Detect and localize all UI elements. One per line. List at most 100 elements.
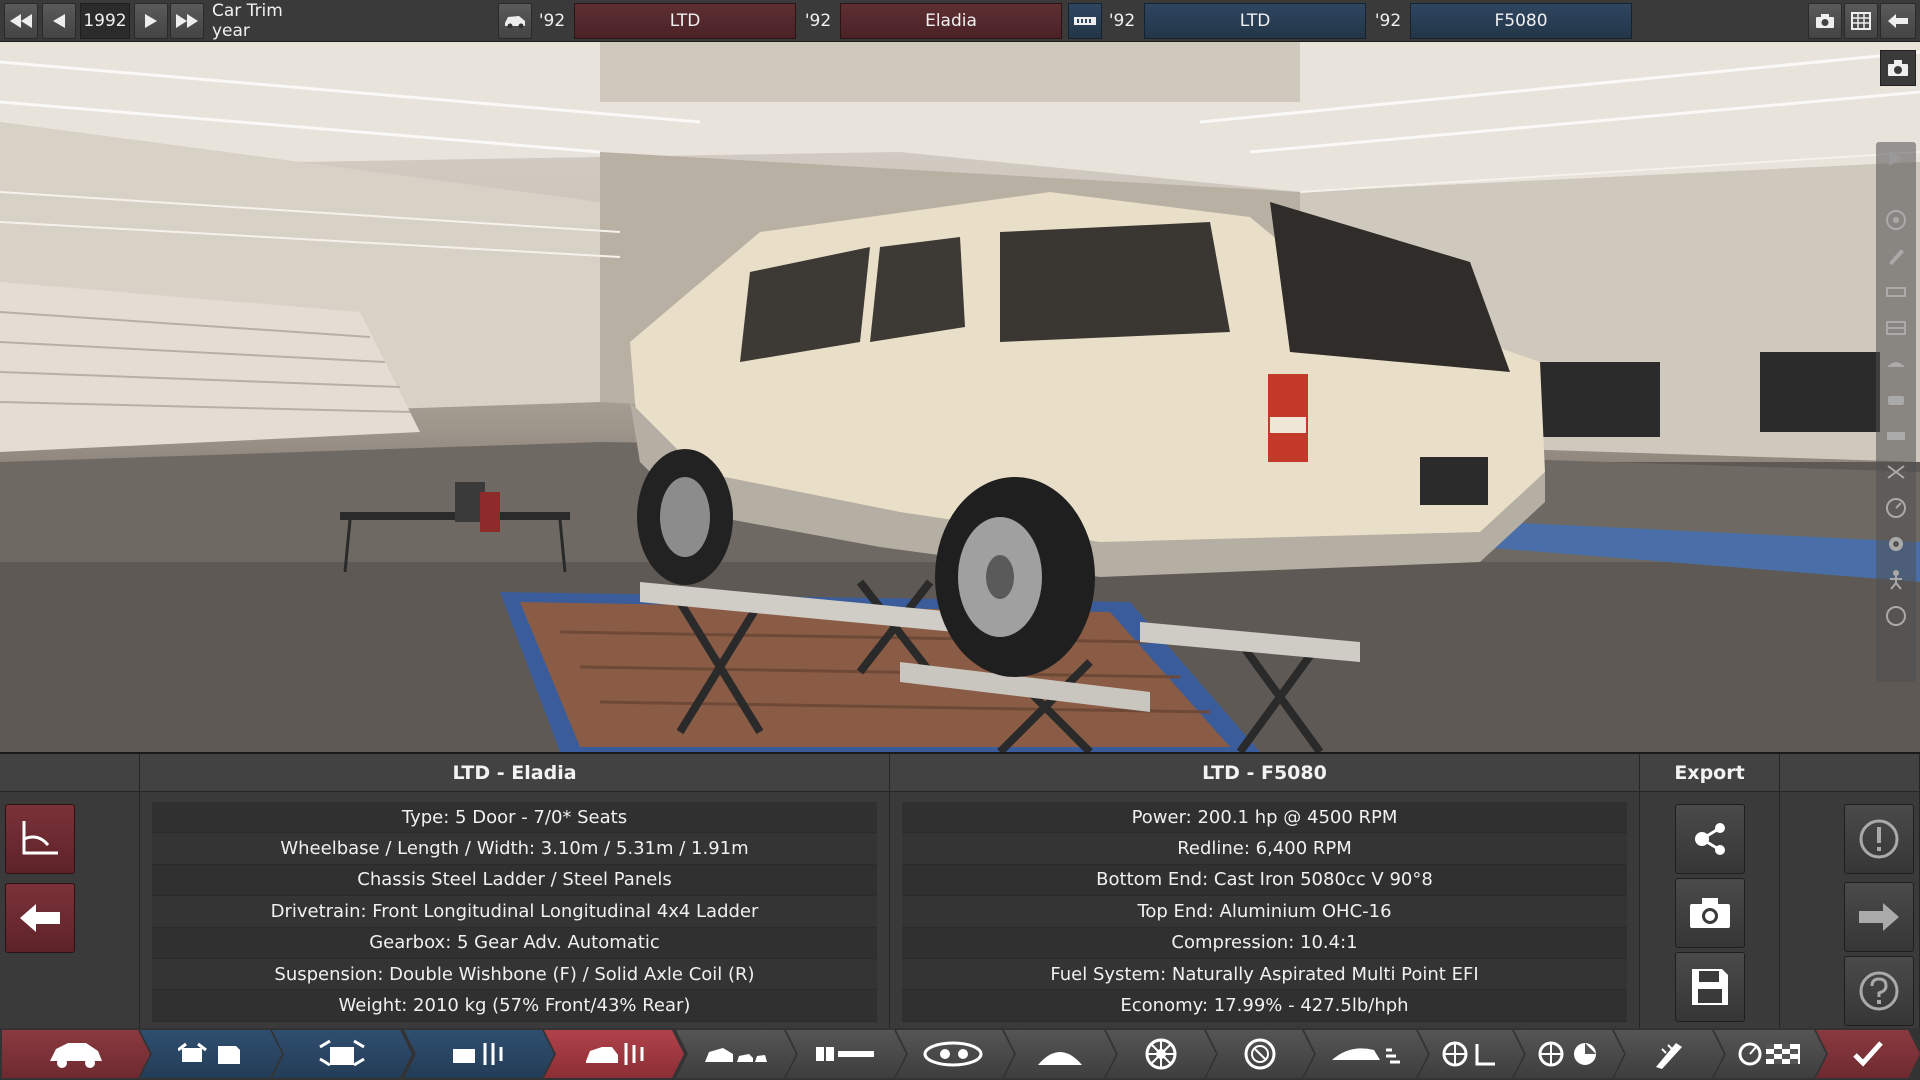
engine-spec-row: Compression: 10.4:1	[902, 927, 1627, 959]
export-screenshot-button[interactable]	[1675, 878, 1745, 948]
floppy-disk-icon	[1692, 969, 1728, 1005]
spreadsheet-icon	[1851, 12, 1871, 30]
car-header: LTD - Eladia	[140, 754, 890, 792]
forward-arrow-icon	[1859, 903, 1899, 931]
safety-icon	[1537, 1040, 1601, 1068]
engine-spec-row: Economy: 17.99% - 427.5lb/hph	[902, 990, 1627, 1022]
chassis-view-icon[interactable]	[1884, 280, 1908, 304]
model-year: '92	[534, 3, 570, 39]
tab-suspension[interactable]	[1004, 1030, 1116, 1078]
tab-engine-family[interactable]	[140, 1030, 282, 1078]
car-spec-row: Weight: 2010 kg (57% Front/43% Rear)	[152, 990, 877, 1022]
year-value[interactable]: 1992	[80, 3, 130, 39]
tab-engine-tune[interactable]	[404, 1030, 554, 1078]
car-spec-row: Gearbox: 5 Gear Adv. Automatic	[152, 927, 877, 959]
engine-specs: Power: 200.1 hp @ 4500 RPM Redline: 6,400…	[890, 792, 1640, 1030]
tab-fixtures[interactable]	[1614, 1030, 1724, 1078]
spreadsheet-button[interactable]	[1844, 3, 1878, 39]
engine-tune-icon	[449, 1039, 509, 1069]
last-icon	[176, 14, 198, 28]
trim-name-field[interactable]: Eladia	[840, 3, 1062, 39]
tab-car-model[interactable]	[2, 1030, 150, 1078]
brakes-icon	[1243, 1037, 1277, 1071]
gauge-view-icon[interactable]	[1884, 496, 1908, 520]
tab-drivetrain[interactable]	[896, 1030, 1014, 1078]
save-button[interactable]	[1675, 952, 1745, 1022]
warnings-button[interactable]	[1844, 804, 1914, 874]
first-icon	[10, 14, 32, 28]
drivetrain-icon	[923, 1041, 987, 1067]
model-name-field[interactable]: LTD	[574, 3, 796, 39]
back-arrow-icon	[20, 904, 60, 932]
camera-icon	[1690, 898, 1730, 928]
variant-year: '92	[1370, 3, 1406, 39]
tab-safety[interactable]	[1514, 1030, 1624, 1078]
last-year-button[interactable]	[170, 3, 204, 39]
first-year-button[interactable]	[4, 3, 38, 39]
engine-family-button[interactable]	[1068, 3, 1102, 39]
warning-icon	[1859, 819, 1899, 859]
block-view-icon[interactable]	[1884, 424, 1908, 448]
wheel-view-icon[interactable]	[1884, 208, 1908, 232]
tab-engine[interactable]	[272, 1030, 412, 1078]
engine-view-icon[interactable]	[1884, 388, 1908, 412]
exhaust-view-icon[interactable]	[1884, 460, 1908, 484]
tab-interior[interactable]	[1418, 1030, 1524, 1078]
tab-chassis[interactable]	[786, 1030, 906, 1078]
engine-spec-row: Fuel System: Naturally Aspirated Multi P…	[902, 958, 1627, 991]
car-model-button[interactable]	[498, 3, 532, 39]
year-label: Car Trim year	[208, 1, 326, 41]
garage-scene	[0, 42, 1920, 752]
engine-block-icon	[1074, 17, 1096, 25]
done-icon	[1853, 1041, 1883, 1067]
prev-year-button[interactable]	[42, 3, 76, 39]
engine-icon	[316, 1039, 368, 1069]
help-button[interactable]	[1844, 956, 1914, 1026]
tab-aero[interactable]	[1304, 1030, 1428, 1078]
car-body-icon	[48, 1039, 104, 1069]
camera-angle-button[interactable]	[5, 804, 75, 874]
family-name-field[interactable]: LTD	[1144, 3, 1366, 39]
panels-view-icon[interactable]	[1884, 316, 1908, 340]
car-spec-row: Chassis Steel Ladder / Steel Panels	[152, 864, 877, 897]
play-icon[interactable]	[1884, 146, 1908, 170]
body-icon	[703, 1042, 769, 1066]
chassis-icon	[814, 1043, 878, 1065]
car-icon	[505, 16, 525, 29]
tab-testing[interactable]	[1714, 1030, 1826, 1078]
reset-view-icon[interactable]	[1884, 604, 1908, 628]
next-icon	[145, 14, 157, 28]
wheels-icon	[1144, 1037, 1178, 1071]
variant-name-field[interactable]: F5080	[1410, 3, 1632, 39]
help-icon	[1859, 971, 1899, 1011]
body-view-icon[interactable]	[1884, 352, 1908, 376]
next-arrow-button[interactable]	[1844, 882, 1914, 952]
next-year-button[interactable]	[134, 3, 168, 39]
interior-icon	[1441, 1040, 1501, 1068]
suspension-icon	[1036, 1041, 1084, 1067]
left-actions	[0, 792, 140, 1030]
screenshot-button[interactable]	[1808, 3, 1842, 39]
back-button[interactable]	[1880, 3, 1916, 39]
bottom-tab-bar	[0, 1028, 1920, 1080]
3d-viewport[interactable]	[0, 42, 1920, 752]
testing-icon	[1738, 1041, 1802, 1067]
camera-icon	[1888, 60, 1908, 76]
tab-trim[interactable]	[544, 1030, 684, 1078]
right-column-header	[1780, 754, 1920, 792]
gear-view-icon[interactable]	[1884, 532, 1908, 556]
person-view-icon[interactable]	[1884, 568, 1908, 592]
viewport-camera-button[interactable]	[1880, 50, 1916, 86]
top-bar: 1992 Car Trim year '92 LTD '92 Eladia '9…	[0, 0, 1920, 42]
fixtures-icon	[1652, 1039, 1686, 1069]
info-panel: LTD - Eladia Type: 5 Door - 7/0* Seats Wh…	[0, 752, 1920, 1030]
share-button[interactable]	[1675, 804, 1745, 874]
engine-spec-row: Bottom End: Cast Iron 5080cc V 90°8	[902, 864, 1627, 897]
back-arrow-button[interactable]	[5, 883, 75, 953]
fixtures-view-icon[interactable]	[1884, 244, 1908, 268]
tab-wheels[interactable]	[1106, 1030, 1216, 1078]
tab-brakes[interactable]	[1206, 1030, 1314, 1078]
tab-done[interactable]	[1816, 1030, 1920, 1078]
prev-icon	[53, 14, 65, 28]
tab-body[interactable]	[676, 1030, 796, 1078]
